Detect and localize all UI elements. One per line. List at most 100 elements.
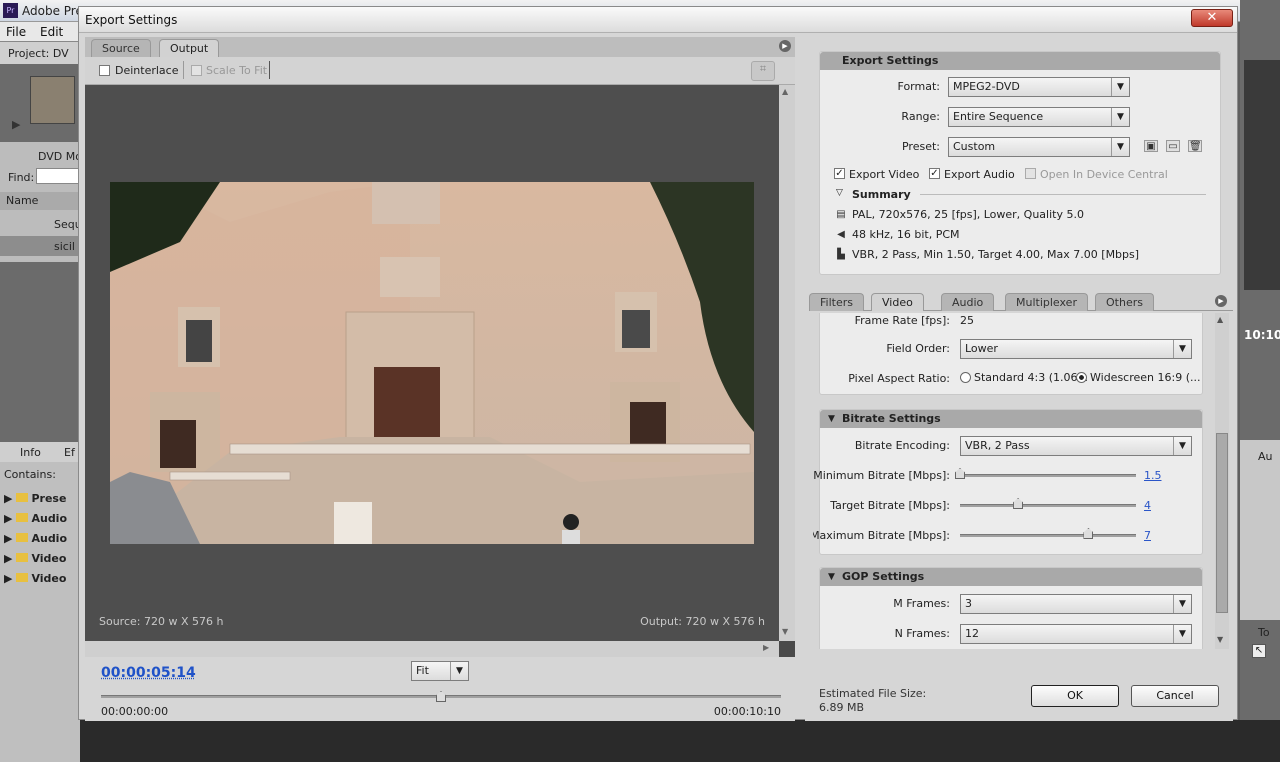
- scroll-up-icon[interactable]: ▲: [1217, 315, 1223, 324]
- folder-audio-effects[interactable]: ▶ Audio: [4, 512, 80, 525]
- open-device-central-checkbox[interactable]: [1025, 168, 1036, 179]
- import-preset-icon[interactable]: ▭: [1166, 140, 1180, 152]
- audio-master-label: Au: [1258, 450, 1273, 463]
- standard-label: Standard 4:3 (1.06...: [974, 371, 1089, 384]
- scale-to-fit-checkbox[interactable]: [191, 65, 202, 76]
- frame-rate-label: Frame Rate [fps]:: [854, 314, 950, 327]
- n-frames-dropdown[interactable]: 12 ▼: [960, 624, 1192, 644]
- max-bitrate-slider[interactable]: [960, 534, 1136, 537]
- ok-button[interactable]: OK: [1031, 685, 1119, 707]
- preset-value: Custom: [953, 140, 996, 153]
- target-bitrate-value[interactable]: 4: [1144, 499, 1151, 512]
- timeline-start: 00:00:00:00: [101, 705, 169, 718]
- tab-output[interactable]: Output: [159, 39, 220, 57]
- folder-presets[interactable]: ▶ Prese: [4, 492, 80, 505]
- scroll-right-icon[interactable]: ▶: [763, 643, 769, 652]
- clip-item[interactable]: sicil: [54, 240, 75, 253]
- format-label: Format:: [897, 80, 940, 93]
- folder-video-transitions[interactable]: ▶ Video: [4, 572, 80, 585]
- tabs-menu-icon[interactable]: ▶: [1215, 295, 1227, 307]
- tools-label: To: [1258, 626, 1270, 639]
- panel-menu-icon[interactable]: ▶: [779, 40, 791, 52]
- format-dropdown[interactable]: MPEG2-DVD ▼: [948, 77, 1130, 97]
- summary-bitrate: VBR, 2 Pass, Min 1.50, Target 4.00, Max …: [852, 248, 1140, 261]
- range-dropdown[interactable]: Entire Sequence ▼: [948, 107, 1130, 127]
- folder-video-effects[interactable]: ▶ Video: [4, 552, 80, 565]
- field-order-label: Field Order:: [886, 342, 950, 355]
- video-preview: Source: 720 w X 576 h Output: 720 w X 57…: [85, 85, 779, 641]
- widescreen-radio[interactable]: [1076, 372, 1087, 383]
- preset-dropdown[interactable]: Custom ▼: [948, 137, 1130, 157]
- standard-radio[interactable]: [960, 372, 971, 383]
- folder-audio-transitions[interactable]: ▶ Audio: [4, 532, 80, 545]
- deinterlace-checkbox[interactable]: [99, 65, 110, 76]
- m-frames-value: 3: [965, 597, 972, 610]
- scale-to-fit-label: Scale To Fit: [206, 64, 268, 77]
- target-bitrate-thumb[interactable]: [1013, 498, 1024, 509]
- preview-horizontal-scrollbar[interactable]: ▶: [85, 641, 779, 657]
- project-thumbnail: [30, 76, 75, 124]
- left-panels: Project: DV ▶ DVD Mo Find: Name Sequ sic…: [0, 42, 82, 762]
- delete-preset-icon[interactable]: 🗑: [1188, 140, 1202, 152]
- tab-filters[interactable]: Filters: [809, 293, 864, 311]
- min-bitrate-label: Minimum Bitrate [Mbps]:: [813, 469, 950, 482]
- bitrate-encoding-dropdown[interactable]: VBR, 2 Pass ▼: [960, 436, 1192, 456]
- current-timecode[interactable]: 00:00:05:14: [101, 665, 196, 681]
- menu-edit[interactable]: Edit: [40, 25, 63, 39]
- tab-audio[interactable]: Audio: [941, 293, 995, 311]
- video-settings-scroll: Frame Rate [fps]: 25 Field Order: Lower ▼…: [813, 313, 1213, 649]
- widescreen-label: Widescreen 16:9 (...: [1090, 371, 1201, 384]
- menu-file[interactable]: File: [6, 25, 26, 39]
- crop-icon[interactable]: ⌗: [751, 61, 775, 81]
- dvd-label: DVD Mo: [38, 150, 82, 163]
- m-frames-dropdown[interactable]: 3 ▼: [960, 594, 1192, 614]
- export-audio-checkbox[interactable]: ✓: [929, 168, 940, 179]
- gop-heading[interactable]: ▼ GOP Settings: [820, 568, 1202, 586]
- bitrate-heading[interactable]: ▼ Bitrate Settings: [820, 410, 1202, 428]
- bitrate-settings-box: ▼ Bitrate Settings Bitrate Encoding: VBR,…: [813, 409, 1203, 555]
- export-settings-dialog: Export Settings ✕ Source Output ▶ Deinte…: [78, 6, 1238, 721]
- max-bitrate-thumb[interactable]: [1083, 528, 1094, 539]
- target-bitrate-slider[interactable]: [960, 504, 1136, 507]
- scroll-thumb[interactable]: [1216, 433, 1228, 613]
- m-frames-label: M Frames:: [893, 597, 950, 610]
- preview-panel: Source Output ▶ Deinterlace Scale To Fit…: [85, 37, 795, 721]
- find-input[interactable]: [36, 168, 80, 184]
- effects-tab[interactable]: Ef: [64, 446, 75, 459]
- selection-tool-icon[interactable]: ↖: [1252, 644, 1266, 658]
- playhead[interactable]: [436, 691, 446, 702]
- min-bitrate-value[interactable]: 1.5: [1144, 469, 1162, 482]
- scroll-down-icon[interactable]: ▼: [1217, 635, 1223, 644]
- close-button[interactable]: ✕: [1191, 9, 1233, 27]
- pixel-aspect-label: Pixel Aspect Ratio:: [848, 372, 950, 385]
- bitrate-icon: ▙: [837, 249, 845, 260]
- min-bitrate-slider[interactable]: [960, 474, 1136, 477]
- app-menubar: File Edit: [0, 22, 90, 42]
- scroll-down-icon[interactable]: ▼: [782, 627, 788, 636]
- export-video-checkbox[interactable]: ✓: [834, 168, 845, 179]
- play-icon[interactable]: ▶: [12, 118, 20, 131]
- min-bitrate-thumb[interactable]: [955, 468, 965, 479]
- settings-scrollbar[interactable]: ▲ ▼: [1215, 313, 1229, 649]
- tab-others[interactable]: Others: [1095, 293, 1154, 311]
- tab-video[interactable]: Video: [871, 293, 924, 311]
- bitrate-encoding-label: Bitrate Encoding:: [854, 439, 950, 452]
- film-icon: ▤: [836, 209, 846, 220]
- tab-multiplexer[interactable]: Multiplexer: [1005, 293, 1088, 311]
- source-size-label: Source: 720 w X 576 h: [99, 615, 224, 628]
- scroll-up-icon[interactable]: ▲: [782, 87, 788, 96]
- cancel-button[interactable]: Cancel: [1131, 685, 1219, 707]
- zoom-dropdown[interactable]: Fit ▼: [411, 661, 469, 681]
- summary-triangle-icon[interactable]: ▽: [836, 188, 843, 198]
- field-order-dropdown[interactable]: Lower ▼: [960, 339, 1192, 359]
- settings-tabs: Filters Video Audio Multiplexer Others ▶: [809, 291, 1233, 311]
- save-preset-icon[interactable]: ▣: [1144, 140, 1158, 152]
- contains-label: Contains:: [4, 468, 56, 481]
- name-column[interactable]: Name: [6, 194, 38, 207]
- speaker-icon: ◀: [837, 229, 845, 240]
- file-size-value: 6.89 MB: [819, 701, 865, 714]
- info-tab[interactable]: Info: [20, 446, 41, 459]
- preview-vertical-scrollbar[interactable]: ▲ ▼: [779, 85, 795, 641]
- max-bitrate-value[interactable]: 7: [1144, 529, 1151, 542]
- tab-source[interactable]: Source: [91, 39, 151, 57]
